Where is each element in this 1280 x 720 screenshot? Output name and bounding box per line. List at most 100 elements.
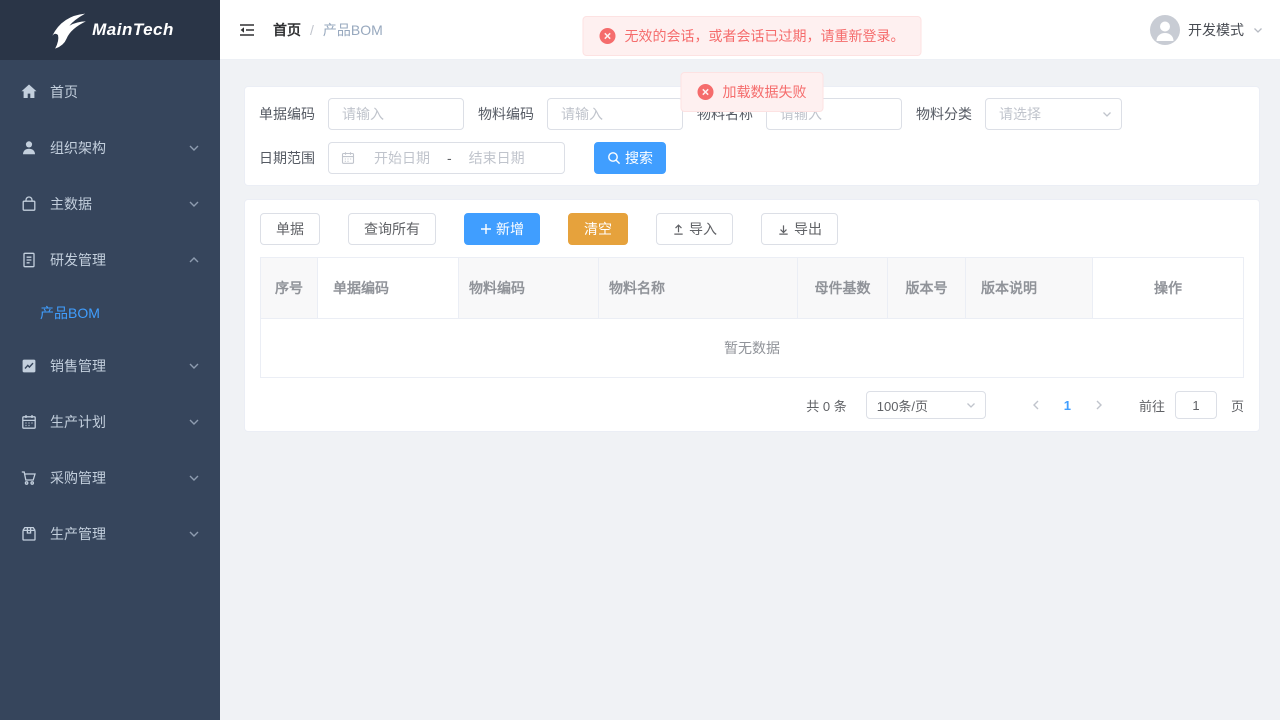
empty-state-text: 暂无数据	[261, 319, 1244, 378]
table-header-row: 序号 单据编码 物料编码 物料名称 母件基数 版本号 版本说明 操作	[261, 258, 1244, 319]
material-code-label: 物料编码	[478, 104, 534, 124]
app-root: MainTech 首页 组织架构	[0, 0, 1280, 720]
goto-page-input[interactable]	[1175, 391, 1217, 419]
breadcrumb: 首页 / 产品BOM	[273, 20, 383, 40]
empty-row: 暂无数据	[261, 319, 1244, 378]
date-range-label: 日期范围	[259, 148, 315, 168]
user-menu[interactable]: 开发模式	[1150, 15, 1264, 45]
doc-code-input[interactable]	[328, 98, 464, 130]
plus-icon	[480, 223, 492, 235]
column-header-parent-base: 母件基数	[798, 258, 888, 319]
avatar	[1150, 15, 1180, 45]
main-area: 首页 / 产品BOM 开发模式 无效的会话，或者会话已过期，请重新登录。	[220, 0, 1280, 720]
sidebar-item-purchase-management[interactable]: 采购管理	[0, 450, 220, 506]
page-size-value: 100条/页	[877, 396, 965, 415]
sidebar-item-label: 生产管理	[50, 524, 106, 544]
calendar-icon	[20, 413, 38, 431]
home-icon	[20, 83, 38, 101]
material-code-input[interactable]	[547, 98, 683, 130]
sidebar-item-master-data[interactable]: 主数据	[0, 176, 220, 232]
date-start-input[interactable]	[359, 150, 445, 166]
material-category-select[interactable]: 请选择	[985, 98, 1122, 130]
date-range-separator: -	[445, 150, 454, 166]
doc-button[interactable]: 单据	[260, 213, 320, 245]
sidebar-item-label: 首页	[50, 82, 78, 102]
clear-button[interactable]: 清空	[568, 213, 628, 245]
error-circle-icon	[600, 28, 616, 44]
sidebar-item-sales-management[interactable]: 销售管理	[0, 338, 220, 394]
download-icon	[777, 223, 790, 236]
add-button[interactable]: 新增	[464, 213, 540, 245]
query-all-button-label: 查询所有	[364, 219, 420, 239]
material-category-label: 物料分类	[916, 104, 972, 124]
bag-icon	[20, 195, 38, 213]
page-unit-label: 页	[1231, 396, 1244, 415]
column-header-material-code: 物料编码	[459, 258, 599, 319]
select-placeholder: 请选择	[999, 104, 1101, 124]
page-content: 单据编码 物料编码 物料名称 物料分类 请选择	[220, 60, 1280, 720]
search-icon	[607, 151, 621, 165]
sidebar-item-home[interactable]: 首页	[0, 64, 220, 120]
import-button-label: 导入	[689, 219, 717, 239]
cart-icon	[20, 469, 38, 487]
chevron-down-icon	[188, 472, 200, 484]
chart-icon	[20, 357, 38, 375]
page-size-select[interactable]: 100条/页	[866, 391, 986, 419]
column-header-index: 序号	[261, 258, 318, 319]
sidebar-item-production-management[interactable]: 生产管理	[0, 506, 220, 562]
toast-session-invalid: 无效的会话，或者会话已过期，请重新登录。	[583, 16, 922, 56]
date-end-input[interactable]	[454, 150, 540, 166]
calendar-icon	[341, 151, 355, 165]
sidebar-fold-icon[interactable]	[237, 20, 257, 40]
sidebar-subitem-product-bom[interactable]: 产品BOM	[0, 288, 220, 338]
clear-button-label: 清空	[584, 219, 612, 239]
doc-button-label: 单据	[276, 219, 304, 239]
chevron-down-icon	[1252, 24, 1264, 36]
sidebar: MainTech 首页 组织架构	[0, 0, 220, 720]
doc-code-label: 单据编码	[259, 104, 315, 124]
sidebar-item-label: 研发管理	[50, 250, 106, 270]
package-icon	[20, 525, 38, 543]
chevron-down-icon	[188, 416, 200, 428]
column-header-material-name: 物料名称	[599, 258, 798, 319]
bom-table: 序号 单据编码 物料编码 物料名称 母件基数 版本号 版本说明 操作 暂无数据	[260, 257, 1244, 378]
chevron-down-icon	[1101, 108, 1113, 120]
export-button-label: 导出	[794, 219, 822, 239]
sidebar-item-label: 组织架构	[50, 138, 106, 158]
sidebar-item-organization[interactable]: 组织架构	[0, 120, 220, 176]
sidebar-subitem-label: 产品BOM	[40, 303, 100, 323]
pagination: 共 0 条 100条/页 1 前往	[260, 391, 1244, 419]
sidebar-item-rd-management[interactable]: 研发管理	[0, 232, 220, 288]
goto-label: 前往	[1139, 396, 1165, 415]
column-header-doc-code: 单据编码	[318, 258, 459, 319]
logo: MainTech	[0, 0, 220, 60]
next-page-button[interactable]	[1083, 399, 1115, 411]
date-range-picker[interactable]: -	[328, 142, 565, 174]
toast-message: 加载数据失败	[723, 82, 807, 102]
error-circle-icon	[698, 84, 714, 100]
chevron-down-icon	[965, 399, 977, 411]
toast-load-failed: 加载数据失败	[681, 72, 824, 112]
search-button[interactable]: 搜索	[594, 142, 666, 174]
chevron-down-icon	[188, 142, 200, 154]
column-header-version: 版本号	[888, 258, 966, 319]
export-button[interactable]: 导出	[761, 213, 838, 245]
breadcrumb-separator: /	[310, 22, 314, 38]
pagination-total: 共 0 条	[806, 396, 846, 415]
add-button-label: 新增	[496, 219, 524, 239]
column-header-actions: 操作	[1093, 258, 1244, 319]
column-header-version-desc: 版本说明	[966, 258, 1093, 319]
sidebar-item-label: 销售管理	[50, 356, 106, 376]
sidebar-item-production-plan[interactable]: 生产计划	[0, 394, 220, 450]
query-all-button[interactable]: 查询所有	[348, 213, 436, 245]
sidebar-item-label: 主数据	[50, 194, 92, 214]
document-icon	[20, 251, 38, 269]
upload-icon	[672, 223, 685, 236]
prev-page-button[interactable]	[1020, 399, 1052, 411]
chevron-down-icon	[188, 198, 200, 210]
page-number-1[interactable]: 1	[1052, 398, 1083, 413]
sidebar-item-label: 采购管理	[50, 468, 106, 488]
import-button[interactable]: 导入	[656, 213, 733, 245]
user-icon	[20, 139, 38, 157]
breadcrumb-home[interactable]: 首页	[273, 20, 301, 40]
